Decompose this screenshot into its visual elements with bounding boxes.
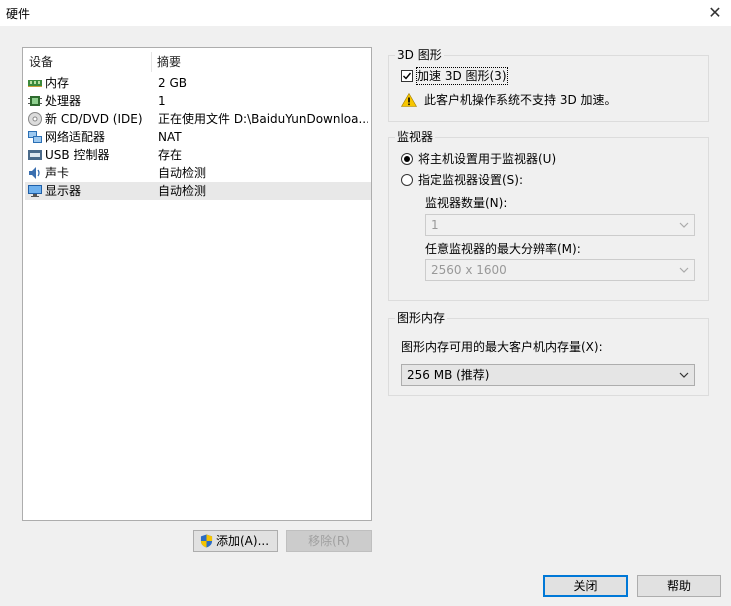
- monitor-count-select[interactable]: 1: [425, 214, 695, 236]
- close-icon[interactable]: ✕: [705, 3, 725, 23]
- chevron-down-icon: [679, 372, 689, 378]
- title-bar: 硬件 ✕: [0, 0, 731, 26]
- device-row-network-adapter[interactable]: 网络适配器 NAT: [25, 128, 371, 146]
- processor-icon: [28, 96, 42, 106]
- device-name: 声卡: [45, 166, 70, 180]
- max-resolution-select[interactable]: 2560 x 1600: [425, 259, 695, 281]
- device-summary: 自动检测: [158, 166, 207, 180]
- device-summary: 正在使用文件 D:\BaiduYunDownloa...: [158, 112, 368, 126]
- warning-text: 此客户机操作系统不支持 3D 加速。: [424, 93, 617, 107]
- close-button[interactable]: 关闭: [543, 575, 628, 597]
- max-resolution-value: 2560 x 1600: [431, 263, 507, 277]
- accelerate-3d-label[interactable]: 加速 3D 图形(3): [416, 67, 508, 85]
- device-name: 新 CD/DVD (IDE): [45, 112, 143, 126]
- device-name: 显示器: [45, 184, 82, 198]
- warning-icon: [401, 93, 417, 107]
- cd-dvd-icon: [28, 112, 42, 126]
- host-settings-radio[interactable]: [401, 153, 413, 165]
- graphics-memory-label: 图形内存可用的最大客户机内存量(X):: [401, 340, 603, 354]
- add-button-label: 添加(A)...: [216, 534, 270, 548]
- sound-card-icon: [29, 167, 40, 179]
- remove-button[interactable]: 移除(R): [286, 530, 372, 552]
- checkmark-icon: [403, 72, 412, 80]
- device-row-cd-dvd[interactable]: 新 CD/DVD (IDE) 正在使用文件 D:\BaiduYunDownloa…: [25, 110, 371, 128]
- chevron-down-icon: [679, 222, 689, 228]
- graphics-memory-select[interactable]: 256 MB (推荐): [401, 364, 695, 386]
- column-header-summary[interactable]: 摘要: [157, 53, 181, 71]
- help-button[interactable]: 帮助: [637, 575, 721, 597]
- device-summary: 自动检测: [158, 184, 207, 198]
- column-header-device[interactable]: 设备: [29, 53, 53, 71]
- network-adapter-icon: [28, 131, 42, 143]
- column-divider[interactable]: [151, 52, 152, 72]
- graphics-3d-group: 3D 图形 加速 3D 图形(3) 此客户机操作系统不支持 3D 加速。: [388, 48, 709, 122]
- max-resolution-label: 任意监视器的最大分辨率(M):: [425, 242, 581, 256]
- monitor-count-value: 1: [431, 218, 439, 232]
- monitor-count-label: 监视器数量(N):: [425, 196, 508, 210]
- device-row-display[interactable]: 显示器 自动检测: [25, 182, 371, 200]
- chevron-down-icon: [679, 267, 689, 273]
- device-name: 网络适配器: [45, 130, 106, 144]
- device-name: 处理器: [45, 94, 82, 108]
- monitor-group-label: 监视器: [395, 130, 436, 144]
- memory-icon: [28, 80, 42, 87]
- device-row-processor[interactable]: 处理器 1: [25, 92, 371, 110]
- custom-settings-radio[interactable]: [401, 174, 413, 186]
- device-name: 内存: [45, 76, 70, 90]
- shield-icon: [200, 534, 213, 548]
- custom-settings-label[interactable]: 指定监视器设置(S):: [418, 172, 523, 188]
- monitor-group: 监视器 将主机设置用于监视器(U) 指定监视器设置(S): 监视器数量(N): …: [388, 130, 709, 301]
- graphics-memory-group: 图形内存 图形内存可用的最大客户机内存量(X): 256 MB (推荐): [388, 311, 709, 396]
- device-list[interactable]: 设备 摘要 内存 2 GB 处理器 1 新 CD/DVD (IDE) 正在使用文…: [22, 47, 372, 521]
- host-settings-label[interactable]: 将主机设置用于监视器(U): [418, 151, 556, 167]
- device-summary: NAT: [158, 130, 182, 144]
- add-button[interactable]: 添加(A)...: [193, 530, 278, 552]
- window-title: 硬件: [6, 7, 31, 21]
- device-row-sound-card[interactable]: 声卡 自动检测: [25, 164, 371, 182]
- device-summary: 1: [158, 94, 166, 108]
- usb-icon: [28, 150, 42, 160]
- device-row-usb-controller[interactable]: USB 控制器 存在: [25, 146, 371, 164]
- display-icon: [28, 185, 42, 197]
- device-name: USB 控制器: [45, 148, 110, 162]
- accelerate-3d-checkbox[interactable]: [401, 70, 413, 82]
- device-summary: 存在: [158, 148, 183, 162]
- graphics-memory-group-label: 图形内存: [395, 311, 448, 325]
- device-row-memory[interactable]: 内存 2 GB: [25, 74, 371, 92]
- graphics-3d-group-label: 3D 图形: [395, 48, 444, 62]
- device-summary: 2 GB: [158, 76, 187, 90]
- graphics-memory-value: 256 MB (推荐): [407, 368, 490, 382]
